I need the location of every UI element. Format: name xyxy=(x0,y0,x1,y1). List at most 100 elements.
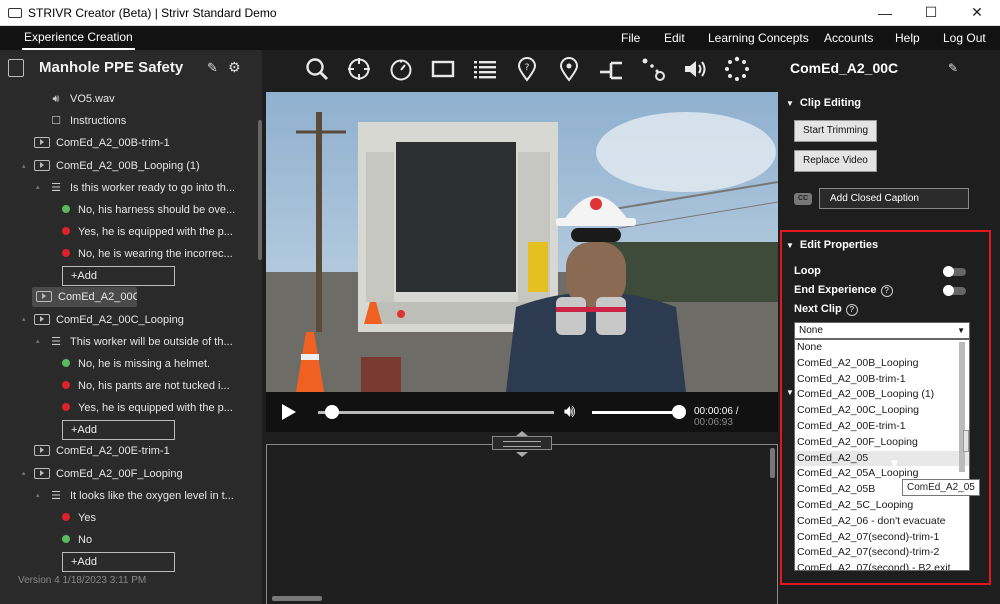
add-closed-caption-button[interactable]: Add Closed Caption xyxy=(819,188,969,209)
tree-answer-item[interactable]: Yes, he is equipped with the p... xyxy=(62,222,233,242)
branch-icon[interactable] xyxy=(598,56,624,82)
tree-answer-item[interactable]: No, he is missing a helmet. xyxy=(62,354,210,374)
tree-answer-item[interactable]: No xyxy=(62,530,92,550)
help-icon[interactable]: ? xyxy=(845,304,858,316)
edit-properties-section[interactable]: ▼ Edit Properties xyxy=(786,239,878,251)
loop-toggle[interactable] xyxy=(943,266,966,277)
video-controls: 🔊︎ 00:00:06 / 00:06:93 xyxy=(266,392,778,432)
next-clip-option[interactable]: ComEd_A2_07(second)-trim-2 xyxy=(795,545,969,561)
clip-name: ComEd_A2_00C xyxy=(790,60,899,76)
tab-experience-creation[interactable]: Experience Creation xyxy=(22,26,135,50)
menu-accounts[interactable]: Accounts xyxy=(824,26,873,50)
video-frame-scene xyxy=(266,92,778,392)
menu-learning-concepts[interactable]: Learning Concepts xyxy=(708,26,809,50)
options-scrollbar[interactable] xyxy=(959,342,965,472)
volume-handle[interactable] xyxy=(672,405,686,419)
tree-audio-item[interactable]: 🔊︎ VO5.wav xyxy=(48,89,115,109)
next-clip-option[interactable]: ComEd_A2_05 xyxy=(795,450,969,467)
tree-question-item[interactable]: ☰ Is this worker ready to go into th... xyxy=(48,178,235,198)
project-title: Manhole PPE Safety xyxy=(39,59,184,76)
collapse-caret-icon[interactable]: ▴ xyxy=(36,491,40,499)
collapse-caret-icon[interactable]: ▴ xyxy=(22,469,26,477)
tree-answer-item[interactable]: No, his pants are not tucked i... xyxy=(62,376,230,396)
menu-edit[interactable]: Edit xyxy=(664,26,685,50)
next-clip-options-list[interactable]: None ComEd_A2_00B_Looping ComEd_A2_00B-tri… xyxy=(794,339,970,571)
audio-speaker-icon[interactable] xyxy=(682,56,708,82)
tree-clip-item[interactable]: ComEd_A2_00B_Looping (1) xyxy=(34,156,200,176)
map-pin-question-icon[interactable]: ? xyxy=(514,56,540,82)
edit-project-pencil-icon[interactable]: ✎ xyxy=(207,60,218,76)
tree-question-item[interactable]: ☰ This worker will be outside of th... xyxy=(48,332,233,352)
next-clip-option[interactable]: ComEd_A2_00E-trim-1 xyxy=(795,419,969,435)
end-experience-toggle[interactable] xyxy=(943,285,966,296)
collapse-caret-icon[interactable]: ▴ xyxy=(36,183,40,191)
replace-video-button[interactable]: Replace Video xyxy=(794,150,877,172)
help-icon[interactable]: ? xyxy=(880,285,893,297)
add-answer-button[interactable]: +Add xyxy=(62,420,175,440)
tree-answer-item[interactable]: No, his harness should be ove... xyxy=(62,200,235,220)
menu-file[interactable]: File xyxy=(621,26,640,50)
tree-answer-item[interactable]: Yes, he is equipped with the p... xyxy=(62,398,233,418)
list-icon: ☰ xyxy=(51,490,61,502)
rectangle-icon[interactable] xyxy=(430,56,456,82)
loading-spinner-icon[interactable] xyxy=(724,56,750,82)
timeline-vertical-scrollbar[interactable] xyxy=(770,448,775,478)
add-answer-button[interactable]: +Add xyxy=(62,552,175,572)
next-clip-option[interactable]: ComEd_A2_00F_Looping xyxy=(795,435,969,451)
incorrect-dot-icon xyxy=(62,227,70,236)
next-clip-option[interactable]: ComEd_A2_5C_Looping xyxy=(795,498,969,514)
crosshair-hotspot-icon[interactable] xyxy=(346,56,372,82)
tree-clip-item[interactable]: ComEd_A2_00B-trim-1 xyxy=(34,133,170,153)
video-preview[interactable] xyxy=(266,92,778,392)
path-points-icon[interactable] xyxy=(640,56,666,82)
tree-question-item[interactable]: ☰ It looks like the oxygen level in t... xyxy=(48,486,234,506)
clip-editing-section[interactable]: ▼ Clip Editing xyxy=(786,97,861,109)
seek-track[interactable] xyxy=(318,411,554,414)
minimize-button[interactable]: — xyxy=(862,0,908,26)
next-clip-option[interactable]: ComEd_A2_07(second) - B2 exit xyxy=(795,561,969,570)
next-clip-option[interactable]: ComEd_A2_00B_Looping xyxy=(795,356,969,372)
tree-instructions-item[interactable]: ☐ Instructions xyxy=(48,111,126,131)
volume-track[interactable] xyxy=(592,411,680,414)
timeline-horizontal-scrollbar[interactable] xyxy=(272,596,322,601)
map-pin-icon[interactable] xyxy=(556,56,582,82)
partially-hidden-button[interactable] xyxy=(963,430,969,452)
add-answer-button[interactable]: +Add xyxy=(62,266,175,286)
tree-clip-item-selected[interactable]: ComEd_A2_00C xyxy=(32,287,137,307)
start-trimming-button[interactable]: Start Trimming xyxy=(794,120,878,142)
panel-splitter-handle[interactable] xyxy=(492,436,552,450)
tree-clip-item[interactable]: ComEd_A2_00F_Looping xyxy=(34,464,183,484)
zoom-search-icon[interactable] xyxy=(304,56,330,82)
collapse-caret-icon[interactable]: ▴ xyxy=(22,162,26,170)
menu-help[interactable]: Help xyxy=(895,26,920,50)
menu-log-out[interactable]: Log Out xyxy=(943,26,986,50)
next-clip-select[interactable]: None ▼ xyxy=(794,322,970,339)
tree-answer-item[interactable]: Yes xyxy=(62,508,96,528)
tree-clip-item[interactable]: ComEd_A2_00C_Looping xyxy=(34,310,184,330)
next-clip-option[interactable]: ComEd_A2_07(second)-trim-1 xyxy=(795,530,969,546)
interaction-toolbar: ? xyxy=(262,50,780,90)
tree-answer-item[interactable]: No, he is wearing the incorrec... xyxy=(62,244,233,264)
next-clip-option[interactable]: ComEd_A2_06 - don't evacuate xyxy=(795,514,969,530)
next-clip-option[interactable]: ComEd_A2_00B_Looping (1) xyxy=(795,387,969,403)
next-clip-option[interactable]: ComEd_A2_00B-trim-1 xyxy=(795,372,969,388)
seek-handle[interactable] xyxy=(325,405,340,419)
maximize-button[interactable]: ☐ xyxy=(908,0,954,26)
collapse-caret-icon[interactable]: ▴ xyxy=(36,337,40,345)
video-clip-icon xyxy=(34,136,50,148)
edit-clip-pencil-icon[interactable]: ✎ xyxy=(948,61,958,75)
volume-icon[interactable]: 🔊︎ xyxy=(564,401,575,422)
list-question-icon[interactable] xyxy=(472,56,498,82)
video-clip-icon xyxy=(36,290,52,302)
play-icon[interactable] xyxy=(282,404,296,420)
close-button[interactable]: ✕ xyxy=(954,0,1000,26)
tree-scrollbar[interactable] xyxy=(258,120,262,260)
next-clip-option[interactable]: None xyxy=(795,340,969,356)
collapse-caret-icon[interactable]: ▴ xyxy=(22,315,26,323)
collapsed-section-caret-icon[interactable]: ▼ xyxy=(786,388,794,397)
timer-icon[interactable] xyxy=(388,56,414,82)
splitter-down-arrow-icon[interactable] xyxy=(516,452,528,457)
tree-clip-item[interactable]: ComEd_A2_00E-trim-1 xyxy=(34,441,170,461)
next-clip-option[interactable]: ComEd_A2_00C_Looping xyxy=(795,403,969,419)
project-settings-gear-icon[interactable]: ⚙ xyxy=(228,59,241,76)
